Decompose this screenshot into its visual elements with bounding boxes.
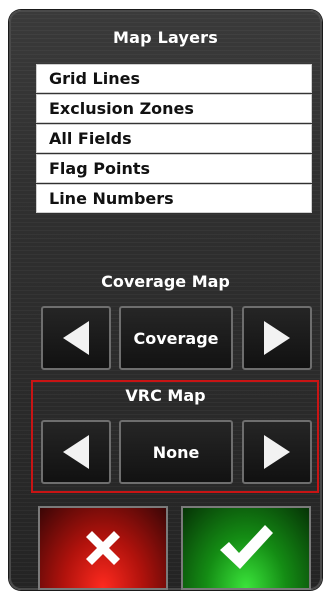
triangle-left-icon (63, 321, 89, 355)
vrc-map-label: VRC Map (125, 386, 206, 405)
layer-item-line-numbers[interactable]: Line Numbers (36, 184, 312, 213)
vrc-value-button[interactable]: None (119, 420, 233, 484)
coverage-next-button[interactable] (242, 306, 312, 370)
coverage-prev-button[interactable] (41, 306, 111, 370)
layer-item-label: Flag Points (49, 159, 150, 178)
layer-item-label: Grid Lines (49, 69, 140, 88)
layer-item-exclusion-zones[interactable]: Exclusion Zones (36, 94, 312, 123)
layer-item-all-fields[interactable]: All Fields (36, 124, 312, 153)
triangle-left-icon (63, 435, 89, 469)
layer-item-grid-lines[interactable]: Grid Lines (36, 64, 312, 93)
coverage-map-label: Coverage Map (101, 272, 230, 291)
confirm-button[interactable] (181, 506, 311, 590)
vrc-next-button[interactable] (242, 420, 312, 484)
layer-list: Grid Lines Exclusion Zones All Fields Fl… (36, 64, 312, 214)
layer-item-label: All Fields (49, 129, 132, 148)
layer-item-flag-points[interactable]: Flag Points (36, 154, 312, 183)
panel-title: Map Layers (113, 28, 218, 47)
layer-item-label: Exclusion Zones (49, 99, 194, 118)
checkmark-icon (220, 525, 273, 569)
triangle-right-icon (264, 435, 290, 469)
cross-icon (86, 531, 120, 565)
map-layers-panel: Map Layers Grid Lines Exclusion Zones Al… (9, 10, 322, 590)
vrc-prev-button[interactable] (41, 420, 111, 484)
triangle-right-icon (264, 321, 290, 355)
layer-item-label: Line Numbers (49, 189, 174, 208)
coverage-value-button[interactable]: Coverage (119, 306, 233, 370)
cancel-button[interactable] (38, 506, 168, 590)
